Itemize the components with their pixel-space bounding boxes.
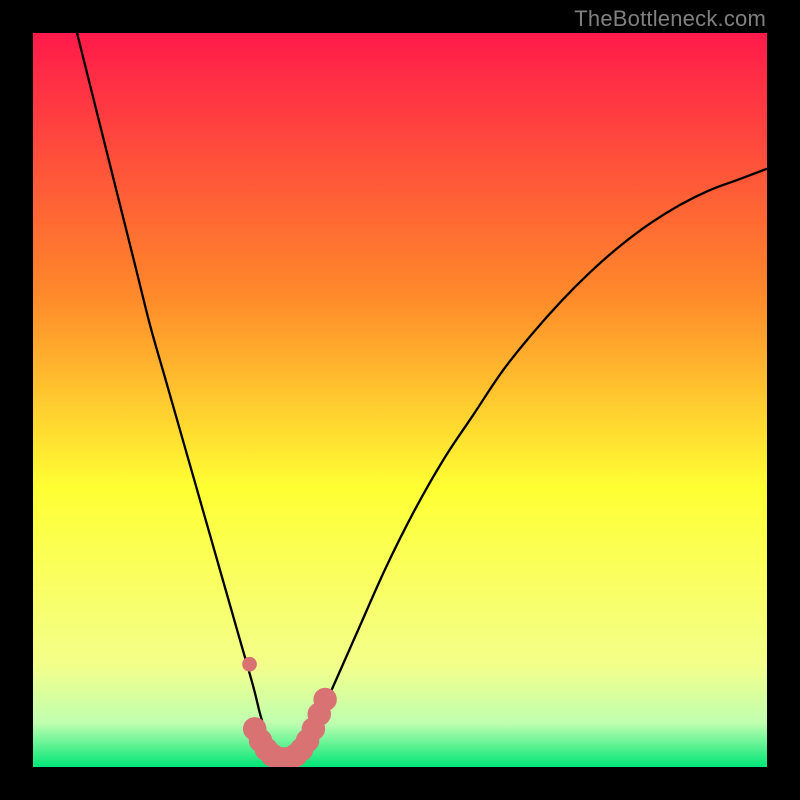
marker-dot <box>313 688 336 711</box>
bottleneck-chart <box>33 33 767 767</box>
plot-area <box>33 33 767 767</box>
chart-frame: TheBottleneck.com <box>0 0 800 800</box>
gradient-background <box>33 33 767 767</box>
marker-dot <box>242 657 257 672</box>
watermark-text: TheBottleneck.com <box>574 6 766 32</box>
